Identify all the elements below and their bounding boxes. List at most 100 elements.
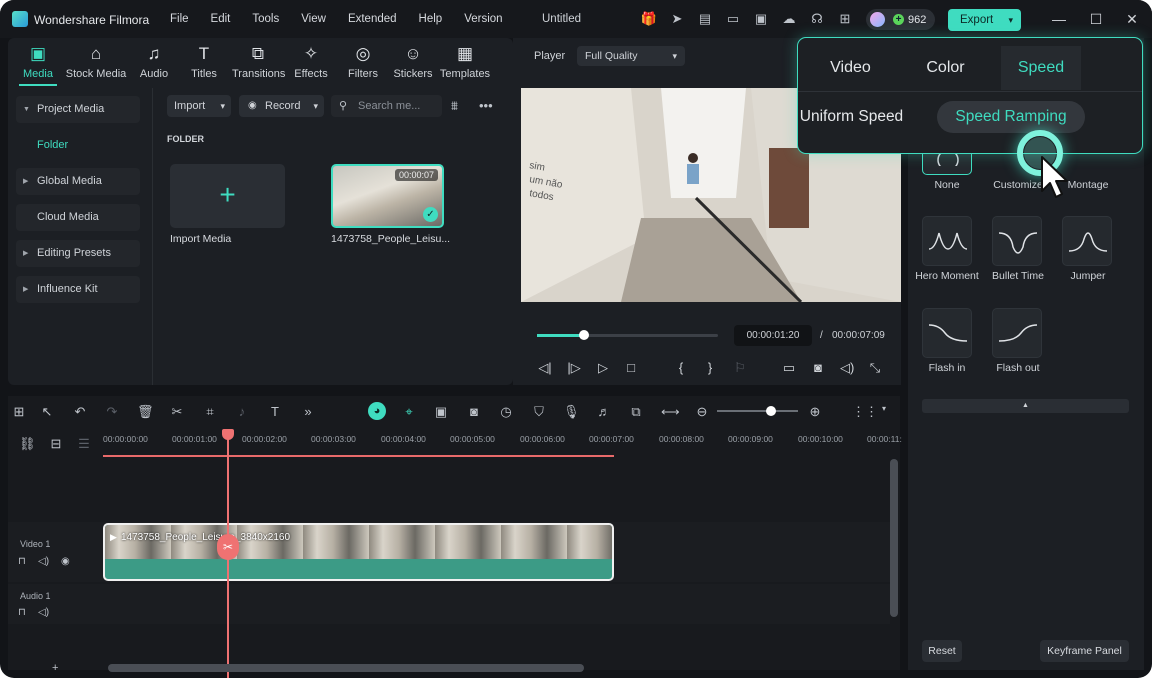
tab-media[interactable]: ▣ Media [16,43,60,80]
playback-seek-bar[interactable] [537,330,718,340]
audio-beat-icon[interactable]: ♪ [234,404,250,419]
mark-out-icon[interactable]: } [703,360,717,375]
save-icon[interactable]: ▣ [752,11,770,27]
tab-audio[interactable]: ♫ Audio [132,43,176,80]
tab-video[interactable]: Video [808,46,893,90]
project-icon[interactable]: ▤ [696,11,714,27]
tab-transitions[interactable]: ⧉ Transitions [232,43,285,80]
layout-grid-icon[interactable]: ⊞ [11,404,27,420]
headset-icon[interactable]: ☊ [808,11,826,27]
fullscreen-icon[interactable]: ⤡ [868,360,882,376]
keyframe-panel-button[interactable]: Keyframe Panel [1040,640,1129,662]
tab-color[interactable]: Color [903,46,988,90]
import-button[interactable]: Import ▾ [167,95,231,117]
more-icon[interactable]: ••• [479,98,493,113]
video-clip[interactable]: ▶ 1473758_People_Leisure_3840x2160 [103,523,614,581]
menu-extended[interactable]: Extended [348,13,397,25]
crop-icon[interactable]: ⌗ [202,404,218,420]
seek-handle[interactable] [579,330,590,340]
zoom-in-icon[interactable]: ⊕ [807,404,823,420]
collapse-presets-button[interactable]: ▲ [922,399,1129,413]
cut-icon[interactable]: ✂ [169,404,185,420]
delete-icon[interactable]: 🗑 [137,404,154,420]
tab-stickers[interactable]: ☺ Stickers [388,43,438,80]
reset-button[interactable]: Reset [922,640,962,662]
zoom-slider-handle[interactable] [766,406,776,416]
search-input[interactable]: ⚲ Search me... [331,95,442,117]
lock-icon[interactable]: ⊓ [18,607,26,618]
tab-templates[interactable]: ▦ Templates [438,43,492,80]
lock-icon[interactable]: ⊓ [18,556,26,567]
display-icon[interactable]: ▭ [782,360,796,376]
menu-view[interactable]: View [301,13,326,25]
zoom-slider[interactable] [717,410,798,412]
split-scissors-icon[interactable]: ✂ [217,534,239,560]
sidebar-item-folder[interactable]: Folder [16,132,140,159]
quality-select[interactable]: Full Quality ▾ [577,46,685,66]
mark-in-icon[interactable]: { [674,360,688,375]
cloud-icon[interactable]: ☁ [780,11,798,27]
auto-reframe-icon[interactable]: ▣ [433,404,449,420]
media-thumbnail[interactable]: 00:00:07 ✓ [331,164,444,228]
marker-icon[interactable]: ⚐ [733,360,747,376]
send-icon[interactable]: ➤ [668,11,686,27]
close-icon[interactable]: ✕ [1124,11,1140,28]
link-icon[interactable]: ⛓ [19,436,36,452]
add-track-plus-icon[interactable]: + [52,662,58,674]
more-tools-icon[interactable]: » [300,404,316,419]
sidebar-item-editing-presets[interactable]: ▶ Editing Presets [16,240,140,267]
vertical-scrollbar[interactable] [890,459,898,617]
tab-stock-media[interactable]: ⌂ Stock Media [60,43,132,80]
speed-ramping-button[interactable]: Speed Ramping [937,101,1085,133]
import-media-tile[interactable]: + [170,164,285,228]
track-settings-icon[interactable]: ☰ [76,436,92,452]
sidebar-item-influence-kit[interactable]: ▶ Influence Kit [16,276,140,303]
speaker-icon[interactable]: ◁) [38,556,49,567]
stop-icon[interactable]: □ [624,360,638,375]
minimize-icon[interactable]: — [1051,11,1067,27]
maximize-icon[interactable]: ☐ [1088,11,1104,28]
horizontal-scrollbar[interactable] [108,664,584,672]
snapshot-icon[interactable]: ◙ [811,360,825,375]
uniform-speed-button[interactable]: Uniform Speed [798,101,923,133]
undo-icon[interactable]: ↶ [72,404,88,420]
select-cursor-icon[interactable]: ↖ [39,404,55,420]
tab-filters[interactable]: ◎ Filters [338,43,388,80]
monitor-icon[interactable]: ▭ [724,11,742,27]
menu-file[interactable]: File [170,13,189,25]
menu-help[interactable]: Help [419,13,443,25]
record-screen-icon[interactable]: ◙ [466,404,482,419]
speed-icon[interactable]: ◷ [498,404,514,420]
menu-edit[interactable]: Edit [211,13,231,25]
step-back-icon[interactable]: ◁| [538,360,552,376]
sidebar-item-project-media[interactable]: ▼ Project Media [16,96,140,123]
menu-tools[interactable]: Tools [252,13,279,25]
preset-flash-out[interactable] [992,308,1042,358]
tab-effects[interactable]: ✧ Effects [284,43,338,80]
preset-hero-moment[interactable] [922,216,972,266]
zoom-out-icon[interactable]: ⊖ [694,404,710,420]
fit-icon[interactable]: ⟷ [661,404,680,420]
ai-mode-icon[interactable]: ◕ [368,402,386,420]
export-button[interactable]: Export ▾ [948,9,1021,31]
replace-icon[interactable]: ⧉ [628,404,644,420]
menu-version[interactable]: Version [464,13,502,25]
step-forward-icon[interactable]: |▷ [567,360,581,376]
preset-jumper[interactable] [1062,216,1112,266]
preset-flash-in[interactable] [922,308,972,358]
tab-titles[interactable]: T Titles [176,43,232,80]
timeline-menu-icon[interactable]: ⋮⋮ [852,404,878,420]
redo-icon[interactable]: ↷ [104,404,120,420]
record-button[interactable]: ◉ Record ▾ [239,95,324,117]
eye-icon[interactable]: ◉ [61,556,70,567]
sidebar-item-global-media[interactable]: ▶ Global Media [16,168,140,195]
tab-speed[interactable]: Speed [1001,46,1081,90]
play-icon[interactable]: ▷ [596,360,610,376]
microphone-icon[interactable]: 🎙 [563,404,580,420]
filter-sort-icon[interactable]: ⩩ [451,98,458,114]
add-track-icon[interactable]: ⊟ [48,436,64,452]
mask-icon[interactable]: ⛉ [531,404,547,420]
speaker-icon[interactable]: ◁) [38,607,49,618]
apps-grid-icon[interactable]: ⊞ [836,11,854,27]
chevron-down-icon[interactable]: ▾ [876,404,892,413]
